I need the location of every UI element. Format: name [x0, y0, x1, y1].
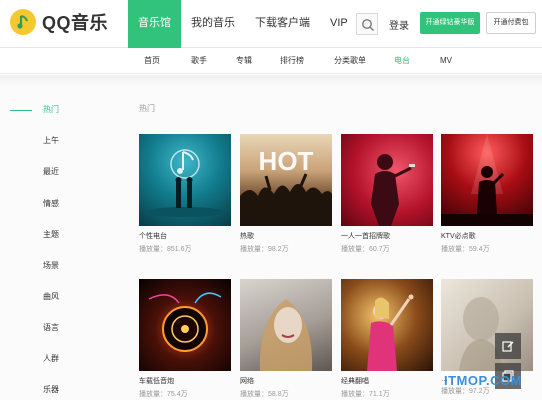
radio-card[interactable]: KTV必点歌 播放量：59.4万	[441, 134, 533, 254]
open-paid-package-button[interactable]: 开通付费包	[486, 12, 536, 34]
radio-cover[interactable]: HOT	[240, 134, 332, 226]
sidebar-item-crowd[interactable]: 人群	[43, 353, 59, 364]
radio-card[interactable]: 网络 播放量：58.8万	[240, 279, 332, 399]
card-play-count: 播放量：71.1万	[341, 391, 390, 398]
open-green-diamond-button[interactable]: 开通绿钻豪华版	[420, 12, 480, 34]
nav-download-client[interactable]: 下载客户端	[245, 0, 320, 48]
radio-card[interactable]: 一人一首招牌歌 播放量：60.7万	[341, 134, 433, 254]
concert-crowd-image: HOT	[240, 146, 332, 226]
portrait-image	[259, 299, 313, 371]
subnav-radio[interactable]: 电台	[394, 49, 410, 74]
radio-card[interactable]: 个性电台 播放量：851.6万	[139, 134, 231, 254]
sidebar-item-language[interactable]: 语言	[43, 322, 59, 333]
edit-icon	[502, 341, 514, 352]
card-play-count: 播放量：75.4万	[139, 391, 188, 398]
radio-cover[interactable]	[341, 134, 433, 226]
card-play-count: 播放量：58.8万	[240, 391, 289, 398]
radio-cover[interactable]	[441, 134, 533, 226]
stage-singer-image	[441, 134, 533, 226]
note-figure-image	[145, 149, 225, 217]
subnav-charts[interactable]: 排行榜	[280, 49, 304, 74]
search-icon	[362, 19, 374, 31]
card-play-count: 播放量：59.4万	[441, 246, 490, 253]
radio-cover[interactable]	[139, 134, 231, 226]
card-title[interactable]: 车载低音炮	[139, 376, 231, 386]
radio-cover[interactable]	[341, 279, 433, 371]
radio-card[interactable]: 车载低音炮 播放量：75.4万	[139, 279, 231, 399]
sidebar-item-genre[interactable]: 曲风	[43, 291, 59, 302]
subnav-singers[interactable]: 歌手	[191, 49, 207, 74]
section-title: 热门	[139, 104, 155, 113]
sidebar-item-emotion[interactable]: 情感	[43, 198, 59, 209]
card-title[interactable]: 网络	[240, 376, 332, 386]
nav-my-music[interactable]: 我的音乐	[181, 0, 245, 48]
sidebar-item-recent[interactable]: 最近	[43, 166, 59, 177]
radio-cover[interactable]	[139, 279, 231, 371]
card-title[interactable]: 个性电台	[139, 231, 231, 241]
subnav-albums[interactable]: 专辑	[236, 49, 252, 74]
main-nav: 音乐馆 我的音乐 下载客户端 VIP	[128, 0, 358, 48]
singer-image	[371, 154, 415, 226]
subnav-mv[interactable]: MV	[440, 49, 452, 74]
card-play-count: 播放量：851.6万	[139, 246, 192, 253]
nav-music-hall[interactable]: 音乐馆	[128, 0, 181, 48]
sidebar-item-scene[interactable]: 场景	[43, 260, 59, 271]
logo-text: QQ音乐	[42, 13, 109, 33]
sidebar-item-morning[interactable]: 上午	[43, 135, 59, 146]
card-title[interactable]: 经典翻唱	[341, 376, 433, 386]
card-play-count: 播放量：98.2万	[240, 246, 289, 253]
subnav-playlists[interactable]: 分类歌单	[334, 49, 366, 74]
radio-cover[interactable]	[240, 279, 332, 371]
search-button[interactable]	[356, 13, 378, 35]
feedback-button[interactable]	[495, 333, 521, 359]
nav-vip[interactable]: VIP	[320, 0, 358, 48]
sidebar-active-indicator	[10, 110, 32, 111]
sub-nav: 首页 歌手 专辑 排行榜 分类歌单 电台 MV	[0, 49, 542, 74]
sidebar-item-instrument[interactable]: 乐器	[43, 384, 59, 395]
logo-note-icon	[10, 9, 36, 35]
radio-card[interactable]: HOT 热歌 播放量：98.2万	[240, 134, 332, 254]
watermark: ITMOP.COM	[444, 373, 522, 388]
top-header: QQ音乐 音乐馆 我的音乐 下载客户端 VIP 登录 开通绿钻豪华版 开通付费包	[0, 0, 542, 48]
cover-hot-text: HOT	[259, 146, 314, 176]
card-title[interactable]: 热歌	[240, 231, 332, 241]
logo[interactable]: QQ音乐	[10, 9, 108, 35]
login-link[interactable]: 登录	[389, 17, 409, 32]
card-play-count: 播放量：60.7万	[341, 246, 390, 253]
speaker-image	[148, 292, 222, 352]
sidebar-item-theme[interactable]: 主题	[43, 229, 59, 240]
sidebar-item-hot[interactable]: 热门	[43, 104, 59, 115]
card-title[interactable]: 一人一首招牌歌	[341, 231, 433, 241]
performer-image	[367, 294, 414, 371]
subnav-home[interactable]: 首页	[144, 49, 160, 74]
card-title[interactable]: KTV必点歌	[441, 231, 533, 241]
radio-card[interactable]: 经典翻唱 播放量：71.1万	[341, 279, 433, 399]
